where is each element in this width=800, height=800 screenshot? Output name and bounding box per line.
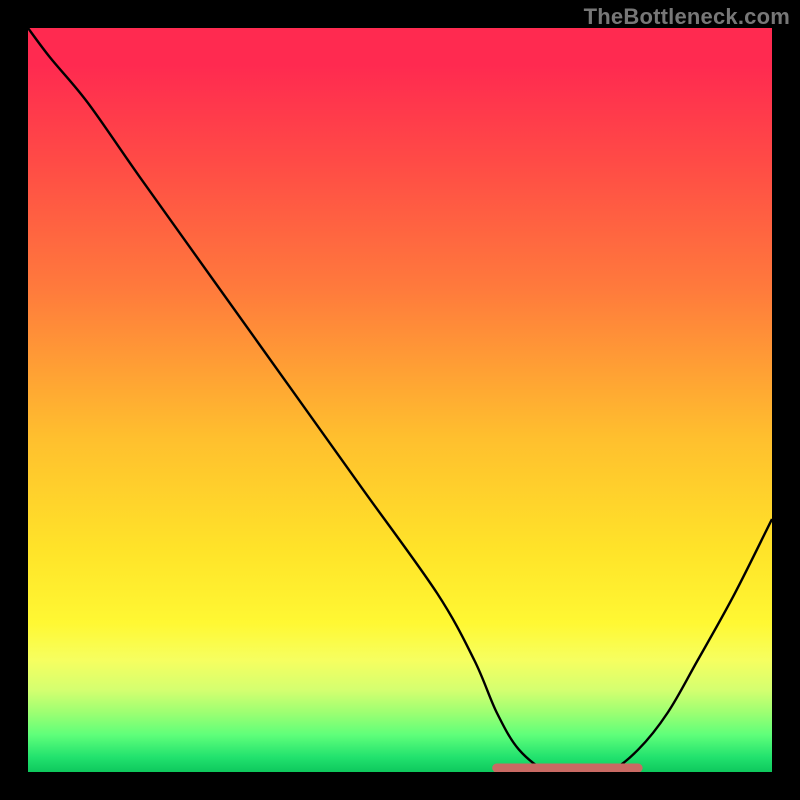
plot-area xyxy=(28,28,772,772)
chart-frame: TheBottleneck.com xyxy=(0,0,800,800)
curve-path xyxy=(28,28,772,772)
watermark-label: TheBottleneck.com xyxy=(584,4,790,30)
bottleneck-curve xyxy=(28,28,772,772)
